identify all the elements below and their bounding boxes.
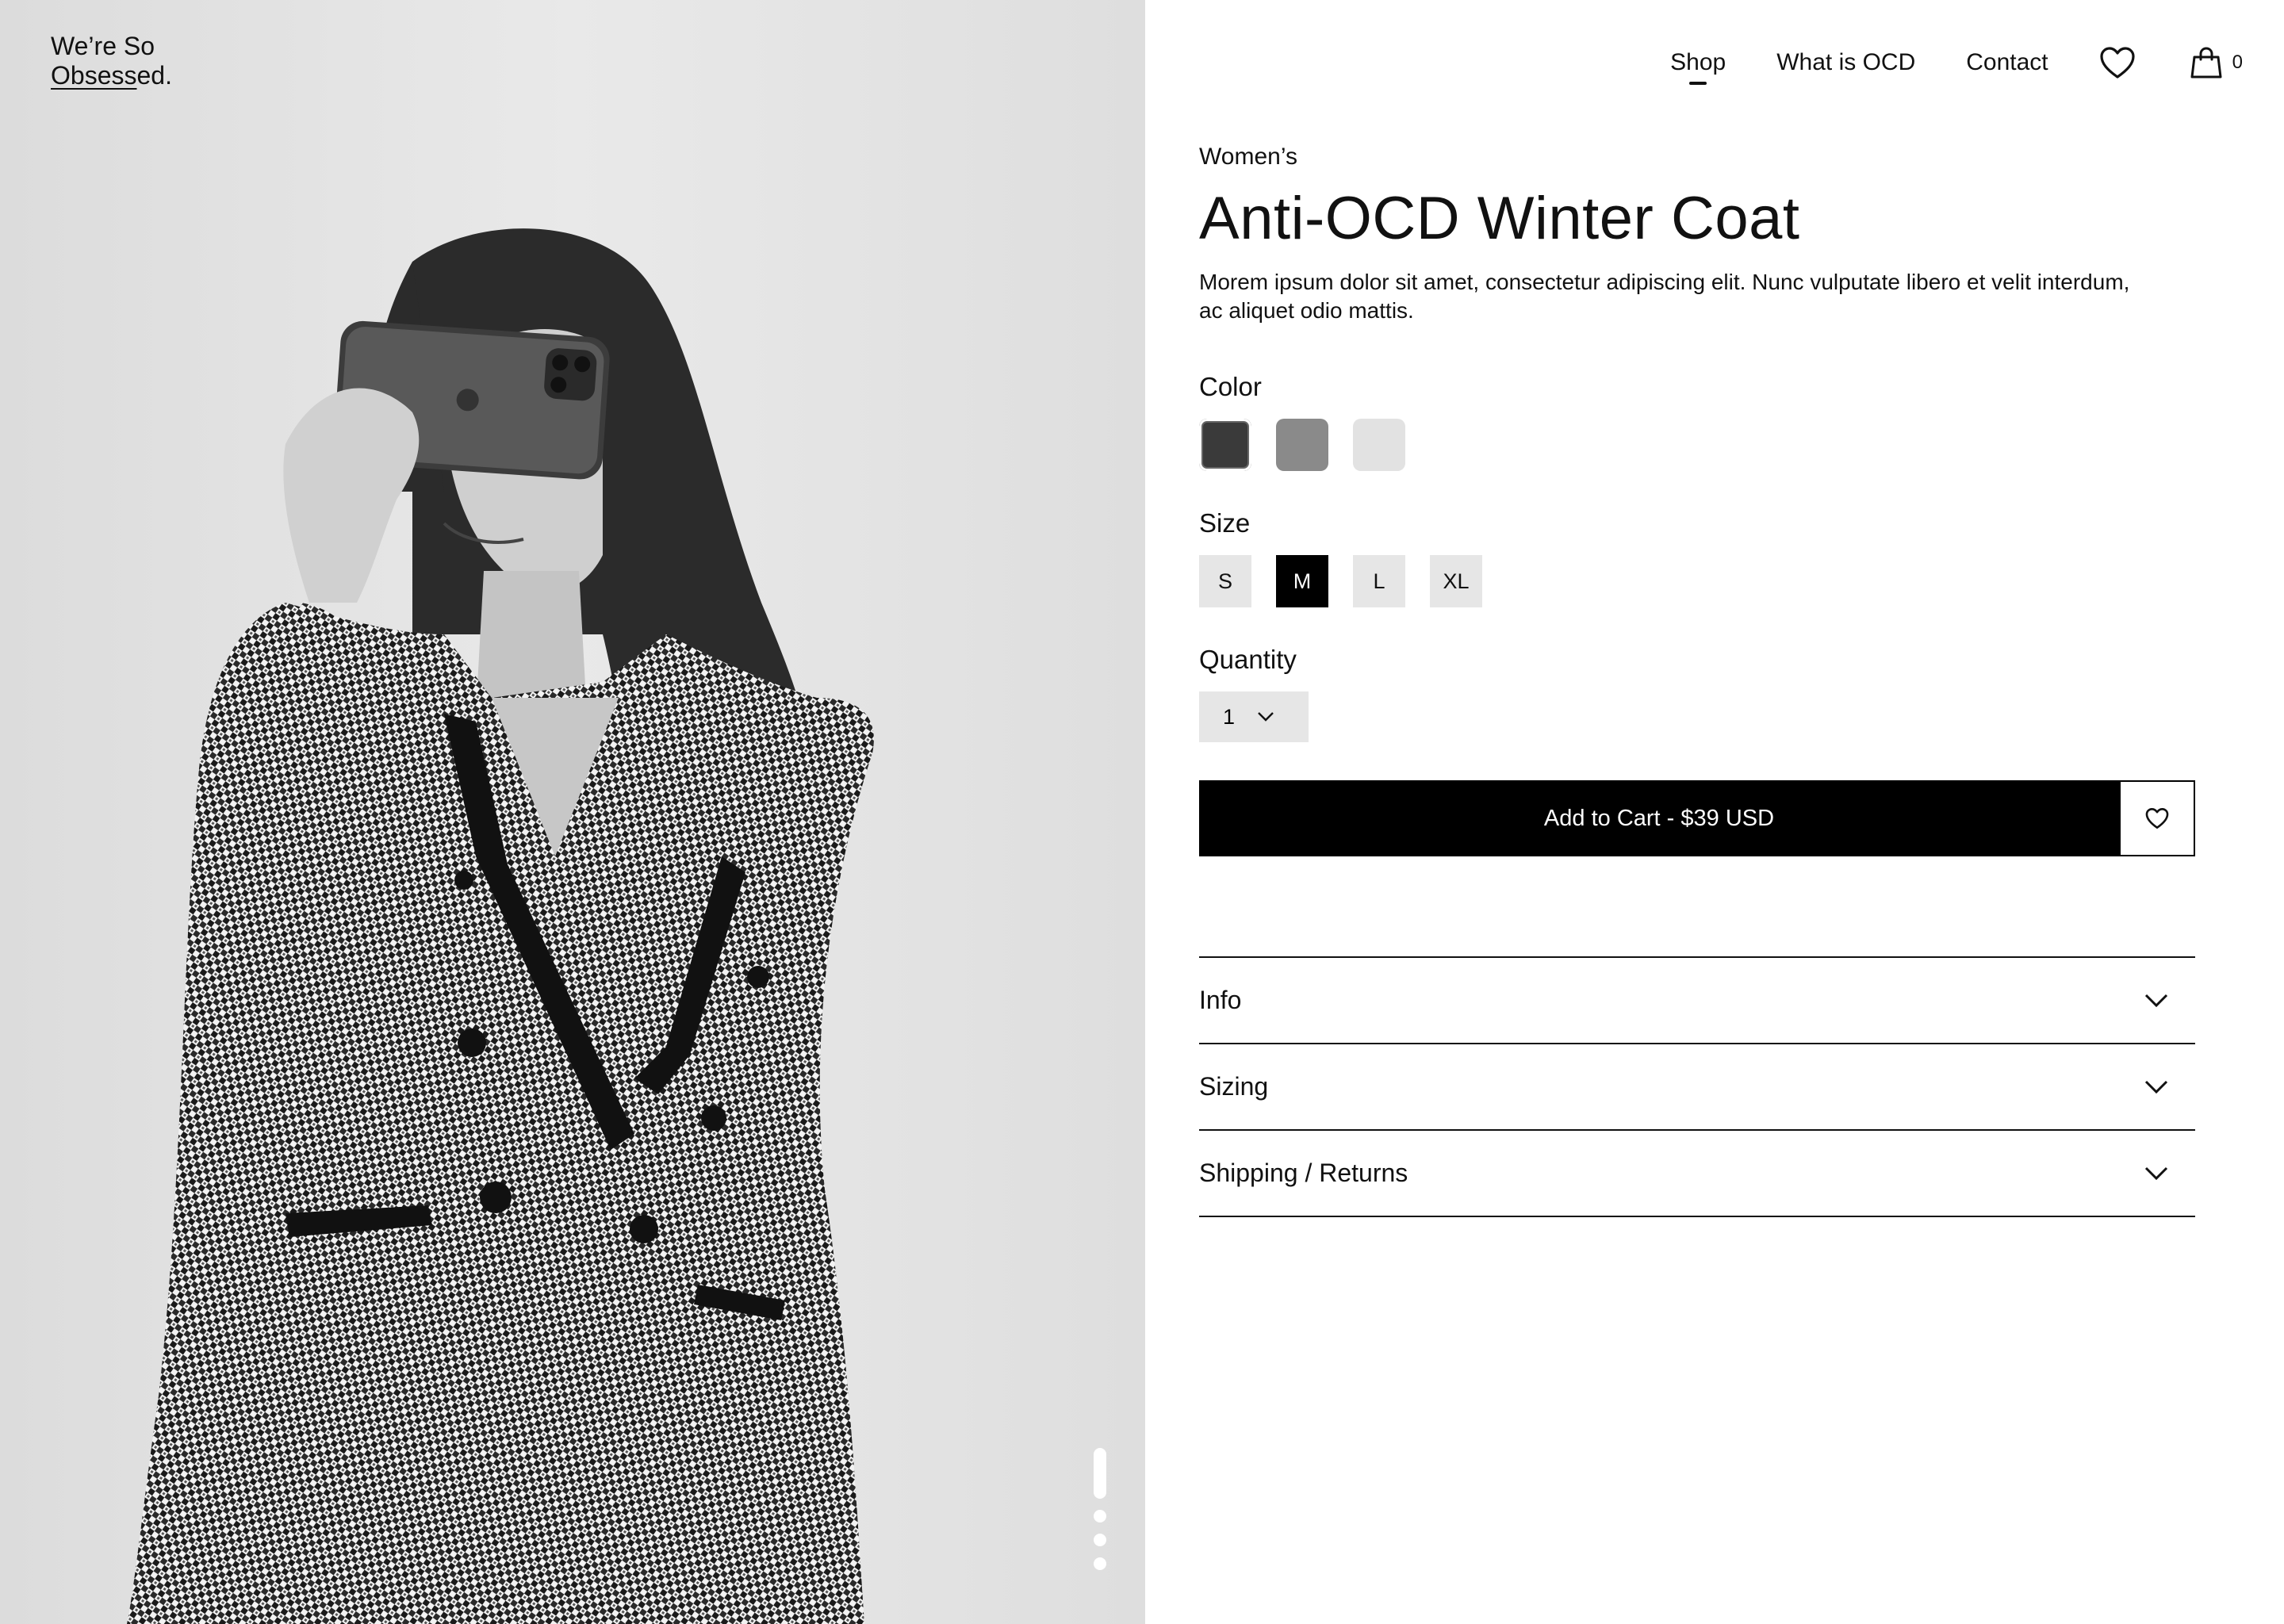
quantity-value: 1	[1223, 704, 1236, 729]
product-title: Anti-OCD Winter Coat	[1199, 185, 1800, 252]
add-to-cart-row: Add to Cart - $39 USD	[1199, 780, 2195, 856]
product-photo: We’re So Obsessed.	[0, 0, 1145, 1624]
accordion-shipping-returns[interactable]: Shipping / Returns	[1199, 1131, 2195, 1217]
product-category: Women’s	[1199, 144, 1297, 170]
product-accordion: Info Sizing Shipping / Returns	[1199, 956, 2195, 1217]
accordion-title: Sizing	[1199, 1072, 1269, 1101]
product-details: Women’s Anti-OCD Winter Coat Morem ipsum…	[1199, 143, 2195, 1217]
size-option-xl[interactable]: XL	[1430, 555, 1482, 607]
color-swatches	[1199, 419, 2195, 471]
brand-logo[interactable]: We’re So Obsessed.	[51, 32, 172, 90]
add-to-wishlist-button[interactable]	[2119, 780, 2195, 856]
product-page: We’re So Obsessed. Shop What is OCD Cont…	[0, 0, 2284, 1624]
product-description: Morem ipsum dolor sit amet, consectetur …	[1199, 270, 2130, 323]
cart-button[interactable]: 0	[2190, 46, 2243, 79]
shopping-bag-icon	[2190, 47, 2222, 79]
size-option-m[interactable]: M	[1276, 555, 1328, 607]
gallery-dot-2[interactable]	[1094, 1510, 1106, 1522]
accordion-title: Info	[1199, 986, 1242, 1014]
chevron-down-icon	[2144, 994, 2168, 1007]
gallery-dot-3[interactable]	[1094, 1534, 1106, 1546]
nav-shop[interactable]: Shop	[1670, 47, 1726, 85]
chevron-down-icon	[1258, 712, 1274, 722]
color-swatch-dark[interactable]	[1199, 419, 1251, 471]
heart-icon	[2145, 807, 2169, 829]
color-swatch-grey[interactable]	[1276, 419, 1328, 471]
cart-count: 0	[2232, 52, 2243, 73]
size-option-s[interactable]: S	[1199, 555, 1251, 607]
quantity-select[interactable]: 1	[1199, 691, 1309, 742]
heart-icon	[2100, 47, 2135, 79]
accordion-info[interactable]: Info	[1199, 958, 2195, 1044]
accordion-title: Shipping / Returns	[1199, 1159, 1408, 1187]
size-options: S M L XL	[1199, 555, 2195, 607]
gallery-dot-4[interactable]	[1094, 1557, 1106, 1570]
chevron-down-icon	[2144, 1080, 2168, 1094]
quantity-label: Quantity	[1199, 645, 1297, 674]
model-photo	[0, 0, 1145, 1624]
size-option-l[interactable]: L	[1353, 555, 1405, 607]
accordion-sizing[interactable]: Sizing	[1199, 1044, 2195, 1131]
logo-line-2: Obsessed.	[51, 61, 172, 90]
chevron-down-icon	[2144, 1166, 2168, 1180]
wishlist-button[interactable]	[2099, 46, 2136, 79]
size-label: Size	[1199, 508, 1251, 538]
gallery-pagination	[1093, 1448, 1107, 1570]
logo-rest-text: ed.	[136, 61, 172, 90]
add-to-cart-button[interactable]: Add to Cart - $39 USD	[1199, 780, 2119, 856]
logo-line-1: We’re So	[51, 32, 155, 60]
gallery-dot-1[interactable]	[1094, 1448, 1106, 1499]
main-nav: Shop What is OCD Contact 0	[1670, 46, 2243, 85]
logo-underlined-text: Obsess	[51, 61, 137, 90]
nav-what-is-ocd[interactable]: What is OCD	[1776, 47, 1915, 79]
color-swatch-light[interactable]	[1353, 419, 1405, 471]
nav-contact[interactable]: Contact	[1966, 47, 2048, 79]
color-label: Color	[1199, 372, 1262, 401]
